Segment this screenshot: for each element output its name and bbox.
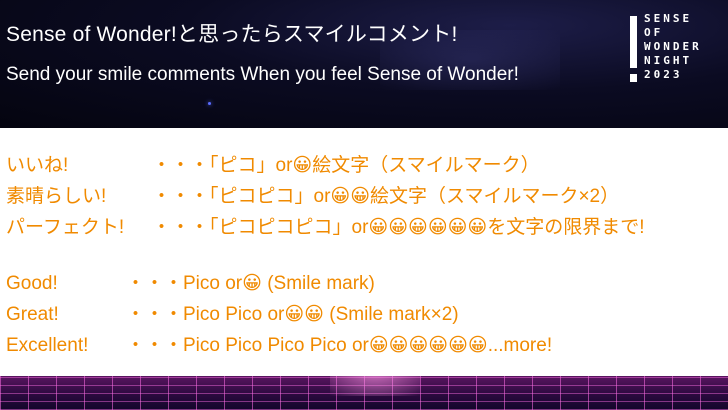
reaction-description: ・・・Pico Pico Pico Pico or😀😀😀😀😀😀...more! xyxy=(126,335,553,356)
logo-line: OF xyxy=(644,26,664,39)
logo-wordmark: SENSE OF WONDER NIGHT 2023 xyxy=(644,12,702,82)
japanese-title: Sense of Wonder!と思ったらスマイルコメント! xyxy=(6,23,458,46)
instructions-panel: いいね! ・・・「ピコ」or😀絵文字（スマイルマーク） 素晴らしい! ・・・「ピコピ… xyxy=(0,128,728,376)
banner-spark xyxy=(208,102,211,105)
reaction-row-jp: パーフェクト! ・・・「ピコピコピコ」or😀😀😀😀😀😀を文字の限界まで! xyxy=(6,212,645,239)
reaction-description: ・・・「ピコピコピコ」or😀😀😀😀😀😀を文字の限界まで! xyxy=(152,217,645,238)
logo-line: WONDER xyxy=(644,40,702,53)
english-title: Send your smile comments When you feel S… xyxy=(6,64,519,85)
reaction-row-jp: いいね! ・・・「ピコ」or😀絵文字（スマイルマーク） xyxy=(6,150,540,177)
logo-exclamation-bar xyxy=(630,16,637,68)
reaction-row-en: Good! ・・・Pico or😀 (Smile mark) xyxy=(6,268,375,295)
reaction-description: ・・・「ピコピコ」or😀😀絵文字（スマイルマーク×2） xyxy=(152,186,620,207)
reaction-description: ・・・Pico or😀 (Smile mark) xyxy=(126,273,375,294)
logo-exclamation-dot xyxy=(630,74,637,82)
reaction-label: 素晴らしい! xyxy=(6,186,107,207)
reaction-row-jp: 素晴らしい! ・・・「ピコピコ」or😀😀絵文字（スマイルマーク×2） xyxy=(6,181,619,208)
reaction-row-en: Excellent! ・・・Pico Pico Pico Pico or😀😀😀😀😀… xyxy=(6,330,552,357)
reaction-label: いいね! xyxy=(6,155,69,176)
header-banner: Sense of Wonder!と思ったらスマイルコメント! Send your… xyxy=(0,0,728,128)
logo-line: 2023 xyxy=(644,68,683,81)
reaction-description: ・・・「ピコ」or😀絵文字（スマイルマーク） xyxy=(152,155,540,176)
reaction-label: Good! xyxy=(6,273,58,294)
reaction-row-en: Great! ・・・Pico Pico or😀😀 (Smile mark×2) xyxy=(6,299,459,326)
reaction-description: ・・・Pico Pico or😀😀 (Smile mark×2) xyxy=(126,304,459,325)
sense-of-wonder-logo-icon: SENSE OF WONDER NIGHT 2023 xyxy=(628,12,724,92)
reaction-label: Great! xyxy=(6,304,59,325)
horizon-glow xyxy=(330,376,420,396)
logo-line: NIGHT xyxy=(644,54,693,67)
synthwave-grid-footer xyxy=(0,376,728,410)
reaction-label: パーフェクト! xyxy=(6,217,125,238)
reaction-label: Excellent! xyxy=(6,335,89,356)
logo-line: SENSE xyxy=(644,12,693,25)
